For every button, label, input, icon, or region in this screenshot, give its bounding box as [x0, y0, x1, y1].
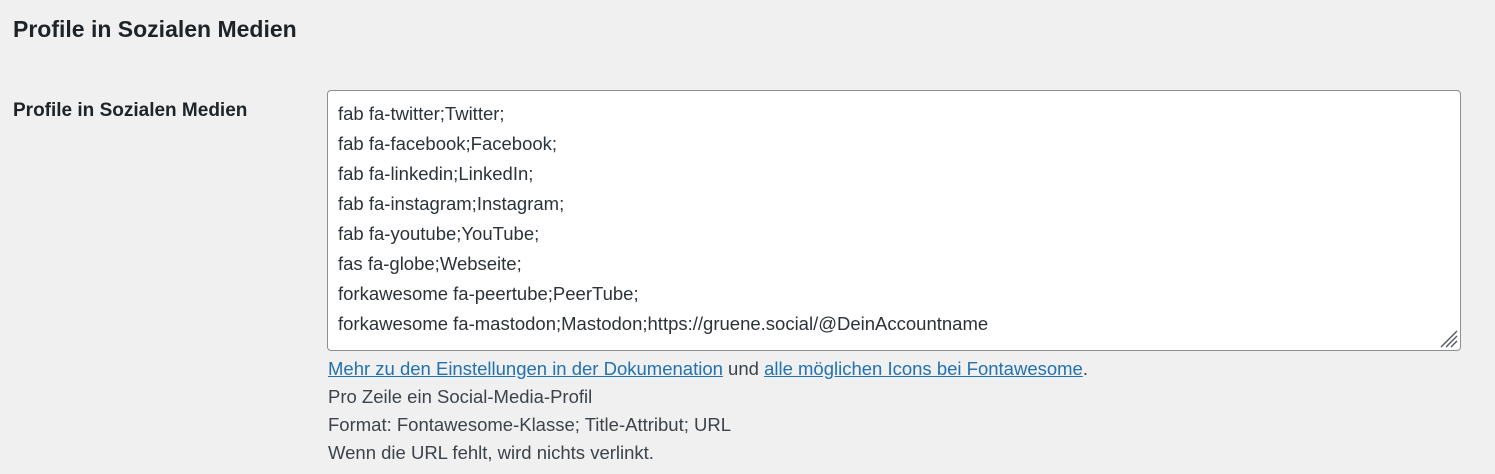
- connector-text: und: [722, 358, 765, 379]
- social-profiles-textarea[interactable]: fab fa-twitter;Twitter; fab fa-facebook;…: [327, 90, 1461, 351]
- description-links-row: Mehr zu den Einstellungen in der Dokumen…: [328, 355, 1468, 383]
- field-label: Profile in Sozialen Medien: [13, 100, 248, 121]
- textarea-line: forkawesome fa-mastodon;Mastodon;https:/…: [338, 313, 989, 334]
- end-punct: .: [1082, 358, 1088, 379]
- textarea-line: fas fa-globe;Webseite;: [338, 253, 522, 274]
- description-line: Wenn die URL fehlt, wird nichts verlinkt…: [328, 442, 654, 463]
- docs-link[interactable]: Mehr zu den Einstellungen in der Dokumen…: [328, 358, 723, 379]
- description-line: Format: Fontawesome-Klasse; Title-Attrib…: [328, 414, 732, 435]
- textarea-line: fab fa-facebook;Facebook;: [338, 133, 558, 154]
- textarea-line: fab fa-youtube;YouTube;: [338, 223, 540, 244]
- textarea-line: fab fa-twitter;Twitter;: [338, 103, 505, 124]
- section-title: Profile in Sozialen Medien: [13, 16, 297, 42]
- description-line: Pro Zeile ein Social-Media-Profil: [328, 386, 593, 407]
- fontawesome-icons-link[interactable]: alle möglichen Icons bei Fontawesome: [764, 358, 1083, 379]
- textarea-line: forkawesome fa-peertube;PeerTube;: [338, 283, 639, 304]
- textarea-line: fab fa-instagram;Instagram;: [338, 193, 565, 214]
- settings-section: Profile in Sozialen Medien Profile in So…: [0, 0, 1495, 474]
- textarea-line: fab fa-linkedin;LinkedIn;: [338, 163, 534, 184]
- field-description: Mehr zu den Einstellungen in der Dokumen…: [328, 355, 1468, 467]
- resize-grip-icon[interactable]: [1438, 328, 1458, 348]
